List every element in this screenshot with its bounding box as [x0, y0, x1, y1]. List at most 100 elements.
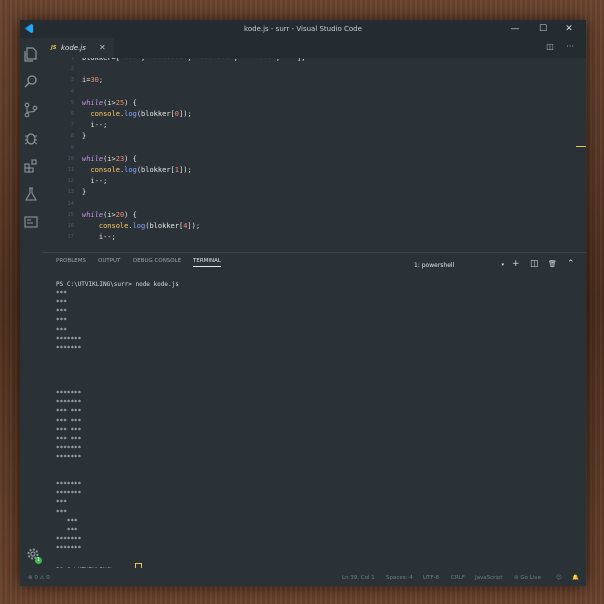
- code-line[interactable]: 3 i=30;: [42, 76, 586, 87]
- new-terminal-icon[interactable]: +: [512, 259, 520, 269]
- code-token: ]);: [187, 222, 201, 230]
- terminal-line: *******: [56, 336, 81, 345]
- go-live-button[interactable]: ⊚ Go Live: [514, 575, 541, 581]
- code-text: console.log(blokker[0]);: [82, 110, 191, 118]
- maximize-button[interactable]: ☐: [536, 22, 550, 36]
- tab-label: kode.js: [61, 44, 86, 52]
- extensions-icon[interactable]: [23, 158, 39, 174]
- terminal-line: *** ***: [56, 427, 81, 436]
- code-line[interactable]: 5 while(i>25) {: [42, 99, 586, 110]
- code-token: blokker=[: [82, 58, 120, 62]
- code-token: console: [98, 222, 129, 230]
- split-terminal-icon[interactable]: ◫: [530, 259, 539, 269]
- terminal-line: *******: [56, 345, 81, 354]
- line-number: 7: [70, 122, 74, 129]
- code-line[interactable]: 1 blokker=["***", "*******", "*** ***", "…: [42, 58, 586, 65]
- cursor-position[interactable]: Ln 39, Col 1: [342, 575, 375, 581]
- code-text: while(i>23) {: [82, 155, 137, 163]
- close-window-button[interactable]: ✕: [562, 22, 576, 36]
- terminal-line-text: ***: [56, 308, 67, 316]
- code-token: while: [82, 98, 104, 107]
- problems-count[interactable]: ⊗ 0 ⚠ 0: [28, 575, 50, 581]
- split-editor-icon[interactable]: ◫: [546, 42, 554, 51]
- code-text: while(i>20) {: [82, 211, 137, 219]
- debug-icon[interactable]: [23, 130, 39, 146]
- language-mode[interactable]: JavaScript: [475, 575, 503, 581]
- tab-kode-js[interactable]: JS kode.js ✕: [42, 38, 114, 58]
- terminal-line: *** ***: [56, 436, 81, 445]
- code-token: (i>: [103, 98, 116, 107]
- line-number: 8: [70, 133, 74, 140]
- line-number: 17: [67, 234, 74, 241]
- code-line[interactable]: 4: [42, 88, 586, 99]
- terminal-line: *******: [56, 399, 81, 408]
- code-token: (blokker[: [136, 110, 175, 118]
- code-token: ;: [98, 76, 104, 85]
- line-ending[interactable]: CRLF: [451, 575, 465, 581]
- terminal-line-text: ***: [56, 290, 67, 298]
- terminal-line-text: *******: [56, 399, 82, 407]
- code-line[interactable]: 16 console.log(blokker[4]);: [42, 222, 586, 233]
- terminal-line-text: ***: [56, 499, 67, 507]
- indentation[interactable]: Spaces: 4: [386, 575, 413, 581]
- code-token: (blokker[: [136, 166, 175, 174]
- code-token: }: [82, 132, 87, 141]
- code-line[interactable]: 9: [42, 144, 586, 155]
- search-icon[interactable]: [23, 74, 39, 90]
- code-line[interactable]: 13}: [42, 188, 586, 199]
- code-text: i--;: [82, 121, 107, 129]
- code-line[interactable]: 12 i--;: [42, 177, 586, 188]
- code-token: log: [124, 110, 137, 118]
- testing-flask-icon[interactable]: [23, 186, 39, 202]
- code-line[interactable]: 11 console.log(blokker[1]);: [42, 166, 586, 177]
- kill-terminal-icon[interactable]: 🗑: [548, 260, 557, 268]
- terminal-select[interactable]: 1: powershell ▾: [414, 262, 510, 269]
- code-text: blokker=["***", "*******", "*** ***", " …: [82, 58, 305, 62]
- explorer-icon[interactable]: [23, 46, 39, 62]
- code-editor[interactable]: 1 blokker=["***", "*******", "*** ***", "…: [42, 58, 586, 252]
- line-number: 6: [70, 111, 74, 117]
- tab-output[interactable]: OUTPUT: [98, 258, 120, 264]
- window-title: kode.js - surr - Visual Studio Code: [244, 25, 362, 33]
- code-text: i--;: [82, 233, 116, 241]
- code-line[interactable]: 7 i--;: [42, 121, 586, 132]
- code-line[interactable]: 6 console.log(blokker[0]);: [42, 110, 586, 121]
- code-token: 23: [115, 154, 125, 163]
- code-token: 20: [115, 210, 125, 219]
- code-line[interactable]: 15 while(i>20) {: [42, 211, 586, 222]
- remote-explorer-icon[interactable]: [23, 214, 39, 230]
- bell-icon[interactable]: 🔔: [572, 575, 579, 581]
- tab-terminal[interactable]: TERMINAL: [193, 258, 221, 267]
- minimize-button[interactable]: —: [508, 22, 522, 36]
- notification-badge: 1: [35, 557, 42, 564]
- code-line[interactable]: 10 while(i>23) {: [42, 155, 586, 166]
- code-line[interactable]: 2: [42, 65, 586, 76]
- tab-problems[interactable]: PROBLEMS: [56, 258, 86, 264]
- code-line[interactable]: 17 i--;: [42, 233, 586, 244]
- feedback-icon[interactable]: ☺: [556, 575, 562, 581]
- encoding[interactable]: UTF-8: [423, 575, 439, 581]
- source-control-icon[interactable]: [23, 102, 39, 118]
- bottom-panel: PROBLEMS OUTPUT DEBUG CONSOLE TERMINAL 1…: [42, 252, 586, 574]
- code-token: log: [132, 222, 146, 230]
- maximize-panel-icon[interactable]: ⌃: [567, 259, 575, 269]
- terminal-line-text: *******: [56, 535, 82, 543]
- line-number: 16: [67, 223, 74, 229]
- code-text: }: [82, 132, 86, 140]
- code-token: (i>: [103, 154, 116, 163]
- terminal-line: *******: [56, 445, 81, 454]
- more-actions-icon[interactable]: ···: [566, 42, 574, 51]
- close-panel-icon[interactable]: ✕: [585, 260, 586, 268]
- line-number: 1: [70, 58, 74, 61]
- terminal-line-text: *** ***: [56, 417, 82, 425]
- tab-close-icon[interactable]: ✕: [99, 43, 106, 52]
- code-token: "*** ***": [195, 58, 234, 62]
- code-token: }: [82, 188, 87, 197]
- code-token: ,: [187, 58, 196, 62]
- terminal-line: ***: [56, 308, 67, 317]
- code-line[interactable]: 8}: [42, 132, 586, 143]
- line-number: 15: [67, 211, 74, 218]
- code-line[interactable]: 14: [42, 200, 586, 211]
- tab-debug-console[interactable]: DEBUG CONSOLE: [133, 258, 181, 264]
